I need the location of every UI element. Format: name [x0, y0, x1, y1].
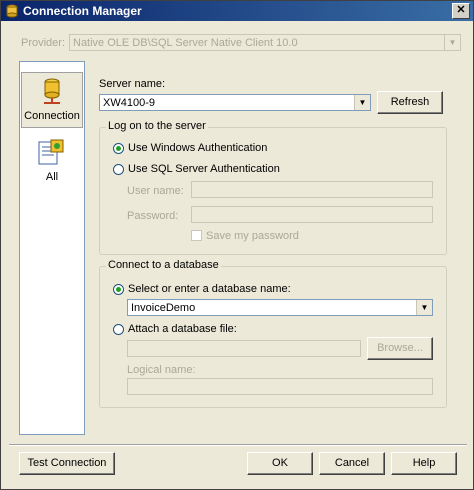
provider-label: Provider: — [21, 37, 66, 49]
sidebar-item-all[interactable]: All — [21, 136, 83, 192]
save-password-checkbox — [191, 230, 202, 241]
sidebar-item-connection[interactable]: Connection — [21, 72, 83, 128]
password-field — [191, 206, 433, 223]
sidebar: Connection All — [19, 61, 85, 435]
select-database-label[interactable]: Select or enter a database name: — [128, 283, 291, 295]
logical-name-field — [127, 378, 433, 395]
refresh-button[interactable]: Refresh — [377, 91, 443, 114]
server-name-label: Server name: — [99, 78, 166, 90]
password-label: Password: — [127, 210, 179, 222]
help-button[interactable]: Help — [391, 452, 457, 475]
chevron-down-icon[interactable]: ▼ — [354, 95, 370, 110]
chevron-down-icon: ▼ — [444, 35, 460, 50]
sql-auth-radio[interactable] — [113, 164, 124, 175]
browse-button: Browse... — [367, 337, 433, 360]
connection-manager-window: Connection Manager ✕ Provider: Native OL… — [0, 0, 474, 490]
connection-manager-icon — [6, 4, 18, 18]
user-name-label: User name: — [127, 185, 184, 197]
provider-select: Native OLE DB\SQL Server Native Client 1… — [69, 34, 461, 51]
properties-icon — [38, 139, 64, 165]
cancel-button[interactable]: Cancel — [319, 452, 385, 475]
database-name-value: InvoiceDemo — [131, 302, 196, 314]
database-icon — [44, 78, 60, 104]
window-title: Connection Manager — [23, 4, 142, 18]
windows-auth-label[interactable]: Use Windows Authentication — [128, 142, 267, 154]
provider-value: Native OLE DB\SQL Server Native Client 1… — [73, 37, 298, 49]
save-password-label: Save my password — [206, 230, 299, 242]
title-bar[interactable]: Connection Manager ✕ — [1, 1, 473, 21]
select-database-radio[interactable] — [113, 284, 124, 295]
test-connection-button[interactable]: Test Connection — [19, 452, 115, 475]
close-button[interactable]: ✕ — [452, 3, 470, 19]
windows-auth-radio[interactable] — [113, 143, 124, 154]
chevron-down-icon[interactable]: ▼ — [416, 300, 432, 315]
server-name-combobox[interactable]: XW4100-9 ▼ — [99, 94, 371, 111]
sql-auth-label[interactable]: Use SQL Server Authentication — [128, 163, 280, 175]
database-name-combobox[interactable]: InvoiceDemo ▼ — [127, 299, 433, 316]
sidebar-item-label: Connection — [24, 110, 80, 122]
ok-button[interactable]: OK — [247, 452, 313, 475]
footer-divider — [9, 444, 467, 446]
logon-group-title: Log on to the server — [106, 120, 208, 132]
sidebar-item-label: All — [45, 171, 59, 183]
attach-file-field — [127, 340, 361, 357]
logical-name-label: Logical name: — [127, 364, 196, 376]
server-name-value: XW4100-9 — [103, 97, 155, 109]
attach-database-label[interactable]: Attach a database file: — [128, 323, 237, 335]
attach-database-radio[interactable] — [113, 324, 124, 335]
user-name-field — [191, 181, 433, 198]
database-group-title: Connect to a database — [106, 259, 221, 271]
